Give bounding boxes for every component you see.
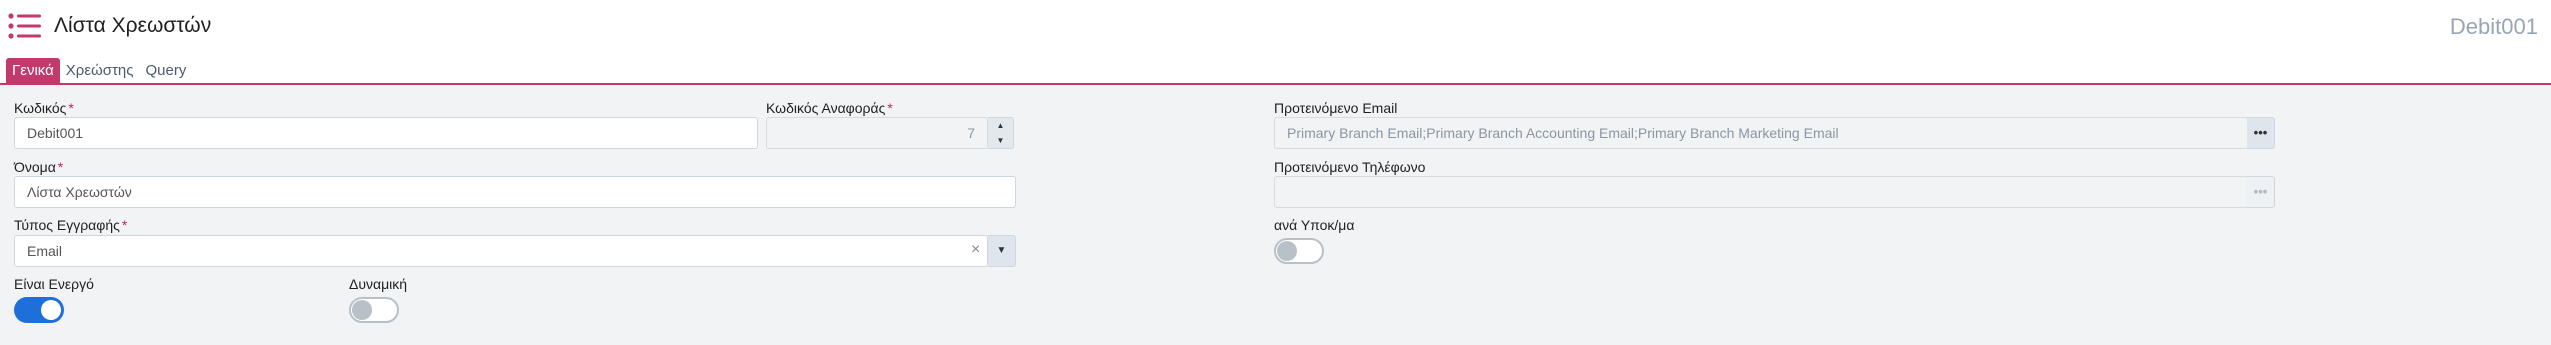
reference-code-label-text: Κωδικός Αναφοράς [766, 100, 886, 116]
record-type-label-text: Τύπος Εγγραφής [14, 217, 120, 233]
stepper-up-icon[interactable]: ▲ [988, 118, 1013, 133]
page-header: Λίστα Χρεωστών Debit001 [0, 0, 2551, 60]
required-marker: * [68, 100, 74, 116]
name-label: Όνομα * [14, 159, 63, 175]
toggle-knob [1277, 241, 1297, 261]
code-label: Κωδικός * [14, 100, 74, 116]
toggle-knob [41, 300, 61, 320]
ellipsis-icon[interactable]: ••• [2247, 117, 2275, 149]
record-id: Debit001 [2449, 14, 2538, 39]
name-input[interactable]: Λίστα Χρεωστών [14, 176, 1016, 208]
code-label-text: Κωδικός [14, 100, 67, 116]
preferred-email-input: Primary Branch Email;Primary Branch Acco… [1274, 117, 2248, 149]
ellipsis-icon: ••• [2247, 176, 2275, 208]
is-active-label: Είναι Ενεργό [14, 276, 94, 292]
tab-bar: Γενικά Χρεώστης Query [6, 58, 192, 84]
preferred-phone-input [1274, 176, 2248, 208]
reference-code-stepper[interactable]: ▲ ▼ [988, 117, 1014, 149]
tab-debtor[interactable]: Χρεώστης [60, 58, 140, 84]
required-marker: * [121, 217, 128, 233]
required-marker: * [57, 159, 64, 175]
preferred-phone-label: Προτεινόμενο Τηλέφωνο [1274, 159, 1426, 175]
page-title: Λίστα Χρεωστών [54, 14, 212, 37]
chevron-down-icon[interactable]: ▼ [988, 235, 1016, 267]
code-input[interactable]: Debit001 [14, 117, 758, 149]
tab-general[interactable]: Γενικά [6, 58, 60, 84]
required-marker: * [887, 100, 893, 116]
preferred-email-label: Προτεινόμενο Email [1274, 100, 1398, 116]
toggle-knob [352, 300, 372, 320]
dynamic-toggle[interactable] [349, 297, 399, 323]
dynamic-label: Δυναμική [349, 276, 408, 292]
form-panel: Κωδικός * Debit001 Κωδικός Αναφοράς * 7 ▲ … [0, 85, 2551, 345]
per-branch-label: ανά Υποκ/μα [1274, 217, 1355, 233]
stepper-down-icon[interactable]: ▼ [988, 133, 1013, 148]
is-active-toggle[interactable] [14, 297, 64, 323]
reference-code-label: Κωδικός Αναφοράς * [766, 100, 893, 116]
record-type-select[interactable]: Email [14, 235, 988, 267]
reference-code-input: 7 [766, 117, 988, 149]
list-menu-icon[interactable] [8, 12, 42, 40]
name-label-text: Όνομα [14, 159, 56, 175]
clear-icon[interactable]: × [971, 241, 980, 259]
per-branch-toggle[interactable] [1274, 238, 1324, 264]
tab-query[interactable]: Query [139, 58, 192, 84]
record-type-label: Τύπος Εγγραφής * [14, 217, 127, 233]
